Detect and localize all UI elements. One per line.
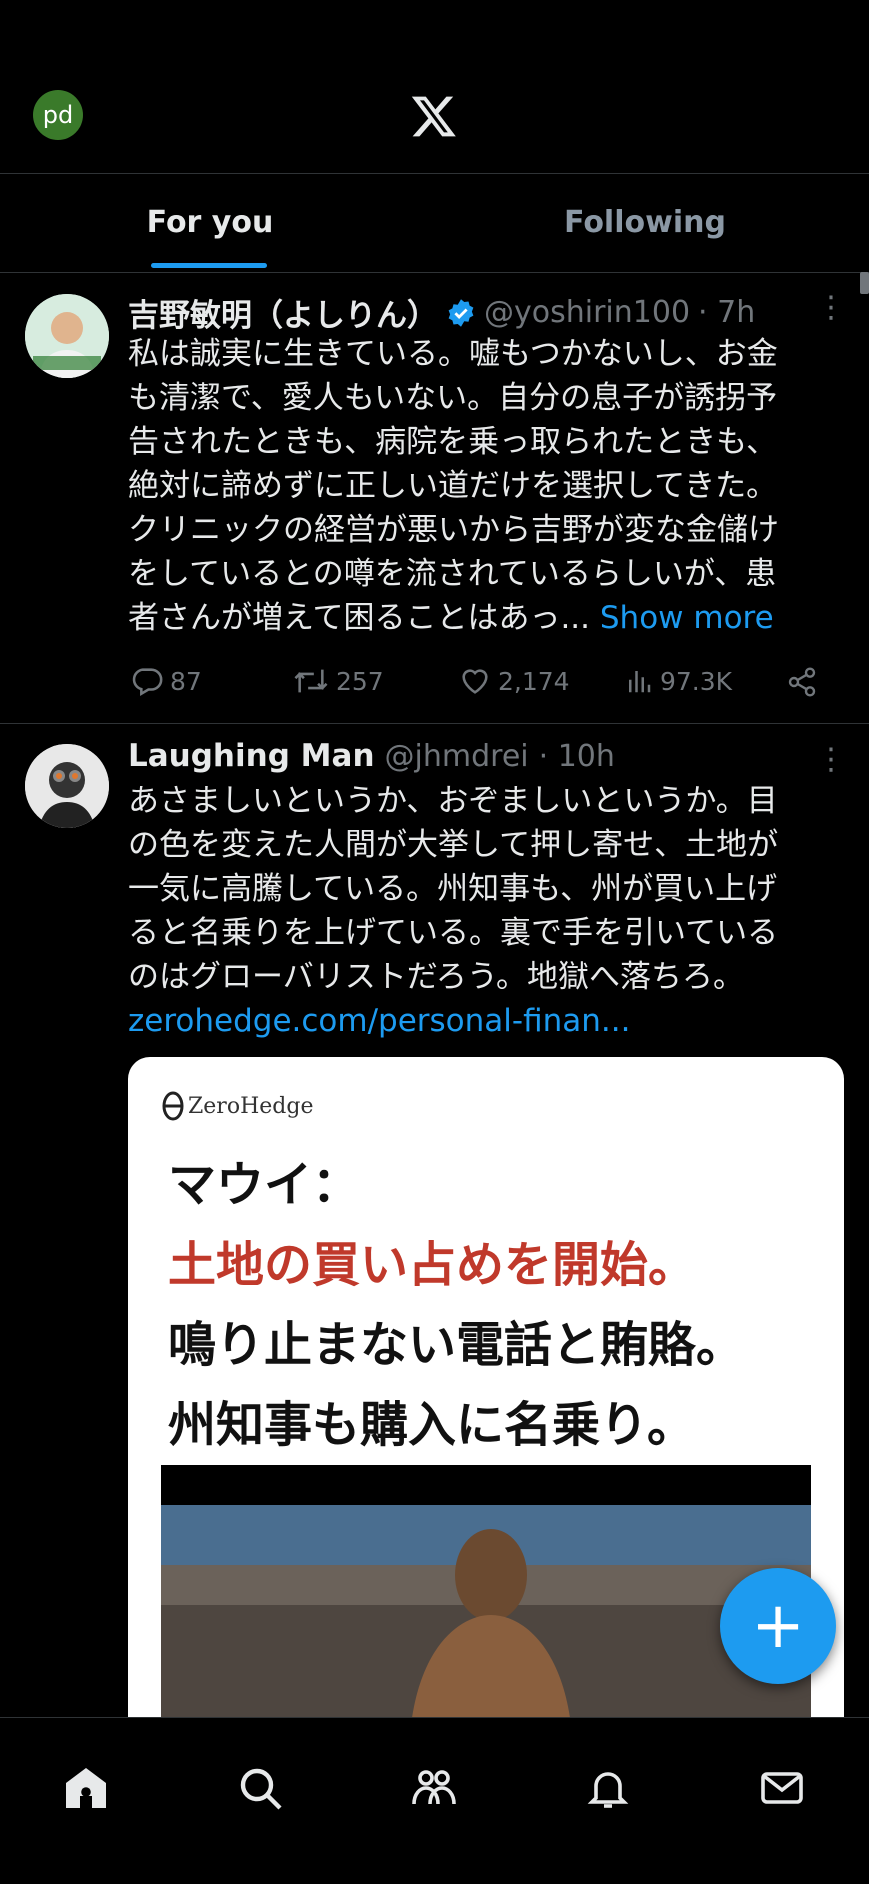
tweet-line: をしているとの噂を流されているらしいが、患 — [128, 556, 777, 592]
tweet-line: のはグローバリストだろう。地獄へ落ちろ。 — [128, 959, 744, 995]
views-chart-icon — [629, 671, 651, 693]
user-photo-icon — [25, 744, 109, 828]
communities-icon[interactable] — [410, 1764, 458, 1812]
share-icon — [788, 667, 816, 697]
more-options-icon[interactable]: ⋮ — [816, 290, 846, 325]
header-divider — [0, 173, 869, 174]
author-handle[interactable]: @yoshirin100 — [484, 295, 690, 330]
more-options-icon[interactable]: ⋮ — [816, 742, 846, 777]
tweet-link[interactable]: zerohedge.com/personal-finan... — [128, 999, 838, 1043]
card-headline-4: 州知事も購入に名乗り。 — [168, 1397, 696, 1453]
maui-photo — [161, 1465, 811, 1717]
notifications-icon[interactable] — [584, 1764, 632, 1812]
active-tab-indicator — [151, 263, 267, 268]
brand-name: ZeroHedge — [188, 1093, 314, 1119]
tweet-avatar[interactable] — [25, 744, 109, 828]
tweet-line: あさましいというか、おぞましいというか。目 — [128, 783, 778, 819]
tweet-avatar[interactable] — [25, 294, 109, 378]
tab-label: Following — [564, 205, 726, 240]
tweet-line: クリニックの経営が悪いから吉野が変な金儲け — [128, 512, 779, 548]
tab-label: For you — [146, 205, 274, 240]
card-headline-1: マウイ： — [168, 1157, 361, 1213]
retweet-count: 257 — [336, 666, 384, 696]
messages-icon[interactable] — [758, 1764, 806, 1812]
tweet-line: 一気に高騰している。州知事も、州が買い上げ — [128, 871, 778, 907]
tweet-line: も清潔で、愛人もいない。自分の息子が誘拐予 — [128, 380, 778, 416]
card-headline-2: 土地の買い占めを開始。 — [168, 1237, 697, 1293]
tweet-line: ると名乗りを上げている。裏で手を引いている — [128, 915, 779, 951]
home-icon[interactable] — [62, 1764, 110, 1812]
tweet-line: の色を変えた人間が大挙して押し寄せ、土地が — [128, 827, 779, 863]
tweet-line: 私は誠実に生きている。嘘もつかないし、お金 — [128, 336, 778, 372]
views-button[interactable]: 97.3K — [624, 664, 732, 698]
tweet-time: · 10h — [538, 738, 615, 774]
zerohedge-logo-icon — [162, 1091, 184, 1121]
bottom-nav — [0, 1717, 869, 1884]
reply-count: 87 — [170, 666, 202, 696]
view-count: 97.3K — [660, 666, 733, 696]
tweet-time: · 7h — [698, 295, 756, 330]
like-button[interactable]: 2,174 — [458, 664, 570, 698]
card-photo — [161, 1465, 811, 1717]
tweet-line: 絶対に諦めずに正しい道だけを選択してきた。 — [128, 468, 778, 504]
user-photo-icon — [25, 294, 109, 378]
x-logo-icon — [411, 96, 456, 137]
avatar-initials: pd — [42, 101, 74, 129]
scrollbar[interactable] — [860, 272, 869, 294]
search-icon[interactable] — [236, 1764, 284, 1812]
heart-icon — [462, 669, 488, 694]
tweet-line: 告されたときも、病院を乗っ取られたときも、 — [128, 424, 778, 460]
author-name[interactable]: Laughing Man — [128, 738, 375, 774]
author-name[interactable]: 吉野敏明（よしりん） — [128, 290, 438, 335]
like-count: 2,174 — [498, 666, 570, 696]
share-button[interactable] — [786, 666, 818, 702]
tweet-header: 吉野敏明（よしりん） @yoshirin100 · 7h — [128, 290, 755, 335]
card-brand: ZeroHedge — [162, 1091, 313, 1121]
compose-button[interactable]: + — [720, 1568, 836, 1684]
tweet-header: Laughing Man @jhmdrei · 10h — [128, 738, 615, 774]
author-handle[interactable]: @jhmdrei — [385, 739, 529, 774]
tab-following[interactable]: Following — [540, 205, 750, 265]
reply-icon — [132, 668, 163, 697]
tab-for-you[interactable]: For you — [120, 205, 300, 265]
retweet-icon — [294, 669, 328, 693]
profile-avatar[interactable]: pd — [33, 90, 83, 140]
tabs-divider — [0, 272, 869, 273]
reply-button[interactable]: 87 — [130, 664, 202, 698]
verified-badge-icon — [448, 298, 474, 327]
card-headline-3: 鳴り止まない電話と賄賂。 — [168, 1317, 745, 1373]
show-more-link[interactable]: Show more — [600, 600, 774, 636]
tweet-line: 者さんが増えて困ることはあっ... — [128, 600, 591, 636]
compose-plus-icon: + — [751, 1589, 805, 1663]
retweet-button[interactable]: 257 — [292, 664, 384, 698]
tweet-text: 私は誠実に生きている。嘘もつかないし、お金 も清潔で、愛人もいない。自分の息子が… — [128, 332, 838, 640]
tweet-divider — [0, 723, 869, 724]
tweet-text: あさましいというか、おぞましいというか。目 の色を変えた人間が大挙して押し寄せ、… — [128, 779, 838, 1043]
